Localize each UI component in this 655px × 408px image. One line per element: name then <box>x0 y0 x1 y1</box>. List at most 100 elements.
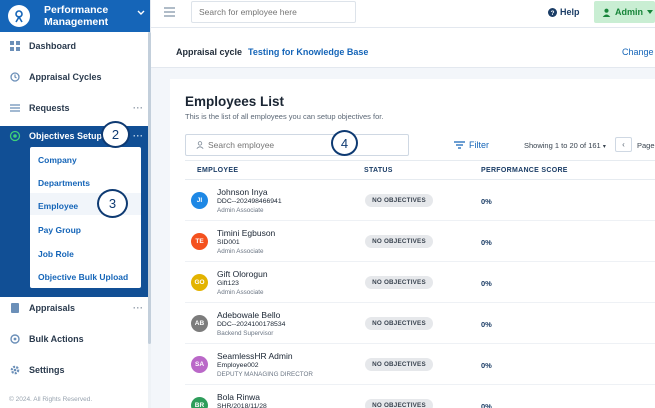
submenu-item-company[interactable]: Company <box>38 155 77 165</box>
avatar: BR <box>191 397 208 408</box>
avatar: JI <box>191 192 208 209</box>
employee-name[interactable]: SeamlessHR Admin <box>217 351 293 361</box>
performance-score: 0% <box>481 197 492 206</box>
list-icon <box>10 104 20 112</box>
document-icon <box>11 303 19 313</box>
chevron-left-icon: ‹ <box>622 140 625 149</box>
avatar: GO <box>191 274 208 291</box>
sidebar-item-settings[interactable]: Settings <box>0 360 148 380</box>
sidebar-item-bulk-actions[interactable]: Bulk Actions <box>0 329 148 349</box>
target-icon <box>9 130 21 142</box>
step-callout-2: 2 <box>101 121 130 148</box>
more-icon[interactable]: ··· <box>133 303 144 313</box>
employee-name[interactable]: Timini Egbuson <box>217 228 275 238</box>
employees-card: Employees List This is the list of all e… <box>170 79 655 408</box>
caret-down-icon: ▾ <box>602 144 606 150</box>
person-icon <box>196 141 204 149</box>
logo-icon <box>8 5 30 27</box>
pagination-summary[interactable]: Showing 1 to 20 of 161 ▾ <box>524 141 606 150</box>
table-row[interactable]: JI Johnson Inya DDC--202498466941 Admin … <box>185 180 655 221</box>
column-header-status[interactable]: STATUS <box>364 167 393 174</box>
sidebar-item-appraisal-cycles[interactable]: Appraisal Cycles <box>0 67 148 87</box>
employee-search-input[interactable] <box>185 134 409 156</box>
employee-name[interactable]: Bola Rinwa <box>217 392 260 402</box>
more-icon[interactable]: ··· <box>133 131 144 141</box>
employee-role: Admin Associate <box>217 248 264 255</box>
table-row[interactable]: SA SeamlessHR Admin Employee002 DEPUTY M… <box>185 344 655 385</box>
gear-icon <box>10 365 20 375</box>
submenu-item-pay-group[interactable]: Pay Group <box>38 225 81 235</box>
column-header-performance-score[interactable]: PERFORMANCE SCORE <box>481 167 568 174</box>
step-callout-4: 4 <box>331 130 358 156</box>
sidebar-scroll-thumb[interactable] <box>148 32 151 344</box>
filter-label: Filter <box>469 140 489 150</box>
caret-down-icon <box>647 10 653 14</box>
table-row[interactable]: AB Adebowale Bello DDC--2024100178534 Ba… <box>185 303 655 344</box>
employee-id: Employee002 <box>217 362 259 369</box>
submenu-item-employee[interactable]: Employee <box>38 201 78 211</box>
employee-role: Admin Associate <box>217 207 264 214</box>
settings-icon <box>10 334 20 344</box>
submenu-item-objective-bulk-upload[interactable]: Objective Bulk Upload <box>38 272 128 282</box>
status-badge: NO OBJECTIVES <box>365 317 433 330</box>
performance-score: 0% <box>481 279 492 288</box>
previous-page-button[interactable]: ‹ <box>615 137 632 152</box>
help-icon: ? <box>548 7 557 17</box>
step-callout-3: 3 <box>97 189 128 218</box>
sidebar-item-dashboard[interactable]: Dashboard <box>0 36 148 56</box>
employee-id: DDC--202498466941 <box>217 198 282 205</box>
employee-name[interactable]: Gift Olorogun <box>217 269 268 279</box>
sidebar-item-appraisals[interactable]: Appraisals ··· <box>0 298 148 318</box>
sidebar-item-label: Appraisals <box>29 303 76 313</box>
table-row[interactable]: GO Gift Olorogun Gift123 Admin Associate… <box>185 262 655 303</box>
menu-icon[interactable] <box>164 7 175 17</box>
cycle-icon <box>10 72 20 82</box>
submenu-item-job-role[interactable]: Job Role <box>38 249 74 259</box>
employee-id: SID001 <box>217 239 240 246</box>
table-row[interactable]: BR Bola Rinwa SHR/2018/11/28 NO OBJECTIV… <box>185 385 655 408</box>
chevron-down-icon[interactable] <box>137 9 145 17</box>
user-menu-button[interactable]: Admin <box>594 1 655 23</box>
submenu-item-departments[interactable]: Departments <box>38 178 90 188</box>
user-name: Admin <box>615 7 643 17</box>
employee-role: DEPUTY MANAGING DIRECTOR <box>217 371 313 378</box>
avatar: TE <box>191 233 208 250</box>
performance-score: 0% <box>481 402 492 408</box>
page-label: Page <box>637 141 655 150</box>
employee-id: DDC--2024100178534 <box>217 321 286 328</box>
status-badge: NO OBJECTIVES <box>365 194 433 207</box>
employee-id: SHR/2018/11/28 <box>217 403 267 408</box>
sidebar-item-label: Appraisal Cycles <box>29 72 102 82</box>
change-cycle-link[interactable]: Change <box>622 47 654 57</box>
status-badge: NO OBJECTIVES <box>365 399 433 408</box>
table-row[interactable]: TE Timini Egbuson SID001 Admin Associate… <box>185 221 655 262</box>
status-badge: NO OBJECTIVES <box>365 276 433 289</box>
status-badge: NO OBJECTIVES <box>365 358 433 371</box>
brand-name: Performance Management <box>44 4 109 28</box>
sidebar-item-label: Dashboard <box>29 41 77 51</box>
status-badge: NO OBJECTIVES <box>365 235 433 248</box>
objectives-submenu: Company Departments Employee Pay Group J… <box>0 145 148 297</box>
brand-header[interactable]: Performance Management <box>0 0 150 32</box>
employee-role: Admin Associate <box>217 289 264 296</box>
top-bar: ? Help Admin <box>151 0 655 28</box>
avatar: SA <box>191 356 208 373</box>
help-link[interactable]: ? Help <box>548 7 580 17</box>
filter-button[interactable]: Filter <box>454 140 489 150</box>
employee-id: Gift123 <box>217 280 239 287</box>
performance-score: 0% <box>481 320 492 329</box>
performance-score: 0% <box>481 238 492 247</box>
sidebar-item-requests[interactable]: Requests ··· <box>0 98 148 118</box>
employee-name[interactable]: Johnson Inya <box>217 187 268 197</box>
sidebar-item-label: Bulk Actions <box>29 334 84 344</box>
filter-icon <box>454 141 465 149</box>
more-icon[interactable]: ··· <box>133 103 144 113</box>
sidebar-item-label: Settings <box>29 365 65 375</box>
page-title: Employees List <box>185 94 285 109</box>
employee-role: Backend Supervisor <box>217 330 274 337</box>
svg-text:?: ? <box>551 9 555 16</box>
employee-name[interactable]: Adebowale Bello <box>217 310 280 320</box>
column-header-employee[interactable]: EMPLOYEE <box>197 167 238 174</box>
global-search-input[interactable] <box>191 1 356 23</box>
avatar: AB <box>191 315 208 332</box>
